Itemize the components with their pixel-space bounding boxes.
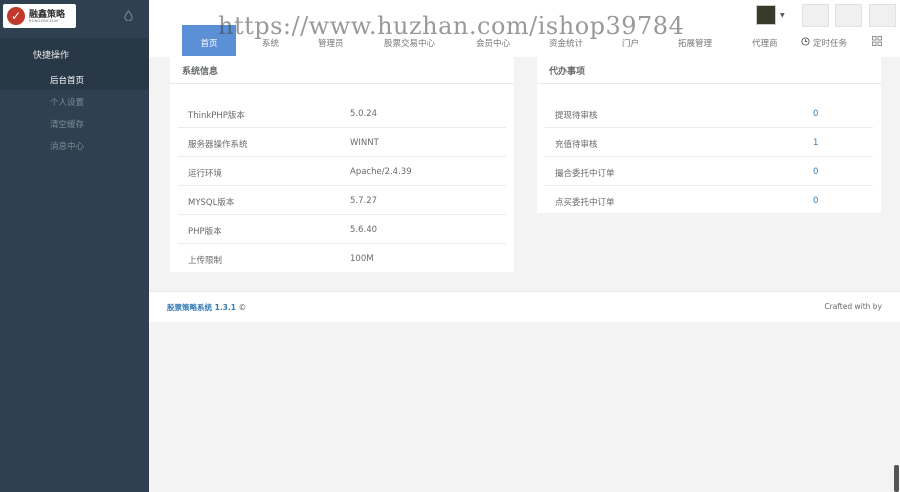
sidebar: ✓ 融鑫策略 RONGXINCELVE 快捷操作 后台首页 个人设置 清空缓存 … [0, 0, 149, 492]
row-key: 提现待审核 [555, 111, 598, 121]
footer: 股票策略系统 1.3.1 © Crafted with by [149, 291, 900, 322]
avatar[interactable] [756, 5, 776, 25]
toolbar-button-2[interactable] [835, 4, 862, 27]
table-row: 运行环境 Apache/2.4.39 [178, 156, 506, 186]
brand-subtitle: RONGXINCELVE [29, 19, 59, 23]
tab-agents[interactable]: 代理商 [752, 37, 778, 49]
row-key: PHP版本 [188, 227, 222, 237]
sidebar-section-quick-actions[interactable]: 快捷操作 [0, 38, 149, 68]
table-row: 服务器操作系统 WINNT [178, 127, 506, 157]
footer-version-link[interactable]: 股票策略系统 1.3.1 [167, 303, 236, 312]
sidebar-item-messages[interactable]: 消息中心 [0, 134, 149, 156]
sidebar-item-label: 消息中心 [50, 142, 85, 152]
footer-version: 股票策略系统 1.3.1 © [167, 302, 246, 313]
todo-count-link[interactable]: 0 [813, 109, 818, 119]
panel-title: 系统信息 [182, 67, 219, 77]
todo-panel: 代办事项 提现待审核 0 充值待审核 1 撮合委托中订单 0 点买委托中订单 0 [537, 56, 881, 213]
sidebar-item-label: 个人设置 [50, 98, 85, 108]
grid-icon[interactable] [872, 36, 882, 46]
panel-header: 系统信息 [170, 56, 514, 84]
table-row: ThinkPHP版本 5.0.24 [178, 98, 506, 128]
row-key: ThinkPHP版本 [188, 111, 245, 121]
table-row: 提现待审核 0 [545, 98, 873, 128]
sidebar-section-label: 快捷操作 [33, 51, 70, 61]
clock-icon [801, 37, 810, 46]
toolbar-button-1[interactable] [802, 4, 829, 27]
footer-credits: Crafted with by [824, 302, 882, 311]
watermark: https://www.huzhan.com/ishop39784 [218, 12, 685, 40]
row-key: 撮合委托中订单 [555, 169, 615, 179]
sidebar-item-dashboard[interactable]: 后台首页 [0, 68, 149, 90]
row-key: 上传限制 [188, 256, 223, 266]
droplet-icon[interactable] [124, 10, 133, 21]
row-value: Apache/2.4.39 [350, 167, 412, 177]
row-key: 运行环境 [188, 169, 223, 179]
toolbar-button-3[interactable] [869, 4, 896, 27]
sidebar-item-profile-settings[interactable]: 个人设置 [0, 90, 149, 112]
tab-scheduled-tasks[interactable]: 定时任务 [813, 37, 847, 49]
scrollbar-thumb[interactable] [894, 465, 899, 492]
sidebar-item-clear-cache[interactable]: 清空缓存 [0, 112, 149, 134]
table-row: PHP版本 5.6.40 [178, 214, 506, 244]
sidebar-item-label: 清空缓存 [50, 120, 85, 130]
logo-mark-icon: ✓ [7, 7, 25, 25]
table-row: 点买委托中订单 0 [545, 185, 873, 214]
chevron-down-icon[interactable]: ▼ [780, 12, 785, 19]
panel-header: 代办事项 [537, 56, 881, 84]
row-value: 100M [350, 254, 374, 264]
sidebar-item-label: 后台首页 [50, 76, 85, 86]
row-key: 服务器操作系统 [188, 140, 248, 150]
todo-count-link[interactable]: 0 [813, 196, 818, 206]
system-info-panel: 系统信息 ThinkPHP版本 5.0.24 服务器操作系统 WINNT 运行环… [170, 56, 514, 272]
row-key: MYSQL版本 [188, 198, 235, 208]
copyright-symbol: © [238, 303, 247, 312]
row-key: 充值待审核 [555, 140, 598, 150]
todo-count-link[interactable]: 0 [813, 167, 818, 177]
row-value: 5.7.27 [350, 196, 378, 206]
table-row: 充值待审核 1 [545, 127, 873, 157]
todo-count-link[interactable]: 1 [813, 138, 818, 148]
table-row: 撮合委托中订单 0 [545, 156, 873, 186]
panel-title: 代办事项 [549, 67, 586, 77]
brand-logo[interactable]: ✓ 融鑫策略 RONGXINCELVE [3, 4, 76, 28]
row-value: 5.6.40 [350, 225, 378, 235]
row-key: 点买委托中订单 [555, 198, 615, 208]
row-value: 5.0.24 [350, 109, 378, 119]
table-row: MYSQL版本 5.7.27 [178, 185, 506, 215]
table-row: 上传限制 100M [178, 243, 506, 272]
row-value: WINNT [350, 138, 379, 148]
